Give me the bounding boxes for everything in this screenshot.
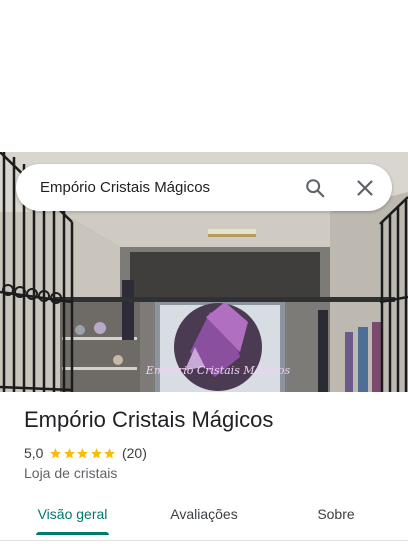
place-title: Empório Cristais Mágicos xyxy=(24,407,274,432)
tab-reviews[interactable]: Avaliações xyxy=(165,494,243,534)
star-icon xyxy=(64,447,75,458)
star-icon xyxy=(104,447,116,458)
active-tab-indicator xyxy=(36,532,109,535)
star-icon xyxy=(50,447,62,458)
tab-about[interactable]: Sobre xyxy=(312,494,360,534)
rating-row[interactable]: 5,0 (20) xyxy=(24,444,147,462)
rating-value: 5,0 xyxy=(24,445,44,461)
search-input[interactable]: Empório Cristais Mágicos xyxy=(40,164,210,211)
star-rating xyxy=(49,447,117,460)
photo-sign-text: Empório Cristais Mágicos xyxy=(145,364,291,377)
star-icon xyxy=(77,447,89,458)
star-icon xyxy=(91,447,102,458)
tab-bar: Visão geral Avaliações Sobre xyxy=(0,494,408,538)
review-count[interactable]: (20) xyxy=(122,445,147,461)
search-bar[interactable]: Empório Cristais Mágicos xyxy=(16,164,392,211)
place-category[interactable]: Loja de cristais xyxy=(24,465,117,481)
search-icon[interactable] xyxy=(304,177,326,199)
tab-overview[interactable]: Visão geral xyxy=(34,494,111,534)
close-icon[interactable] xyxy=(355,178,375,198)
tabs-divider xyxy=(0,540,408,541)
